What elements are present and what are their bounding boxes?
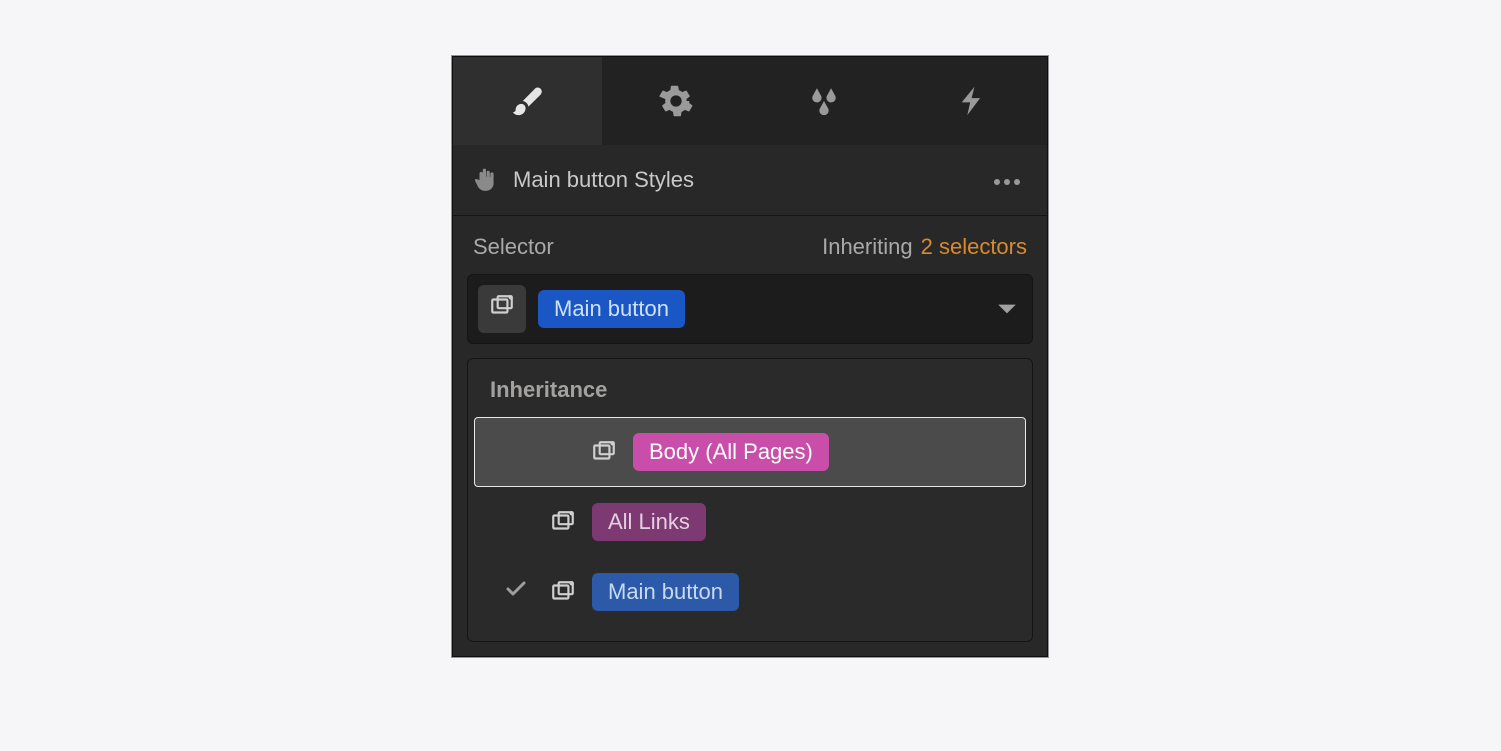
selector-label: Selector (473, 234, 822, 260)
inheritance-item[interactable]: All Links (468, 487, 1032, 557)
inheritance-title: Inheritance (468, 377, 1032, 417)
inheritance-chip: Main button (592, 573, 739, 611)
tab-style[interactable] (453, 57, 602, 145)
panel-title: Main button Styles (513, 167, 987, 193)
pointer-icon (473, 167, 499, 193)
element-icon (548, 579, 578, 605)
inheritance-chip: All Links (592, 503, 706, 541)
panel-tabs (453, 57, 1047, 145)
tab-settings[interactable] (602, 57, 751, 145)
inheritance-item[interactable]: Body (All Pages) (474, 417, 1026, 487)
droplets-icon (807, 84, 841, 118)
brush-icon (510, 84, 544, 118)
inheritance-panel: Inheritance Body (All Pages) All Links Mai… (467, 358, 1033, 642)
more-button[interactable] (987, 161, 1027, 199)
panel-title-row: Main button Styles (453, 145, 1047, 216)
selector-class-chip[interactable]: Main button (538, 290, 685, 328)
chevron-down-icon (996, 296, 1018, 322)
style-panel: Main button Styles Selector Inheriting 2… (452, 56, 1048, 657)
selector-input[interactable]: Main button (467, 274, 1033, 344)
tab-interactions[interactable] (899, 57, 1048, 145)
element-icon (489, 293, 515, 325)
selector-header: Selector Inheriting 2 selectors (453, 216, 1047, 274)
gear-icon (659, 84, 693, 118)
bolt-icon (956, 84, 990, 118)
element-icon (548, 509, 578, 535)
element-icon (589, 439, 619, 465)
inheritance-item[interactable]: Main button (468, 557, 1032, 627)
check-column (498, 577, 534, 607)
selector-dropdown-toggle[interactable] (996, 296, 1018, 322)
inheritance-list: Body (All Pages) All Links Main button (468, 417, 1032, 627)
selector-state-button[interactable] (478, 285, 526, 333)
ellipsis-icon (993, 167, 1021, 193)
check-icon (504, 577, 528, 607)
inheriting-count[interactable]: 2 selectors (921, 234, 1027, 260)
inheriting-label: Inheriting (822, 234, 913, 260)
tab-effects[interactable] (750, 57, 899, 145)
inheritance-chip: Body (All Pages) (633, 433, 829, 471)
